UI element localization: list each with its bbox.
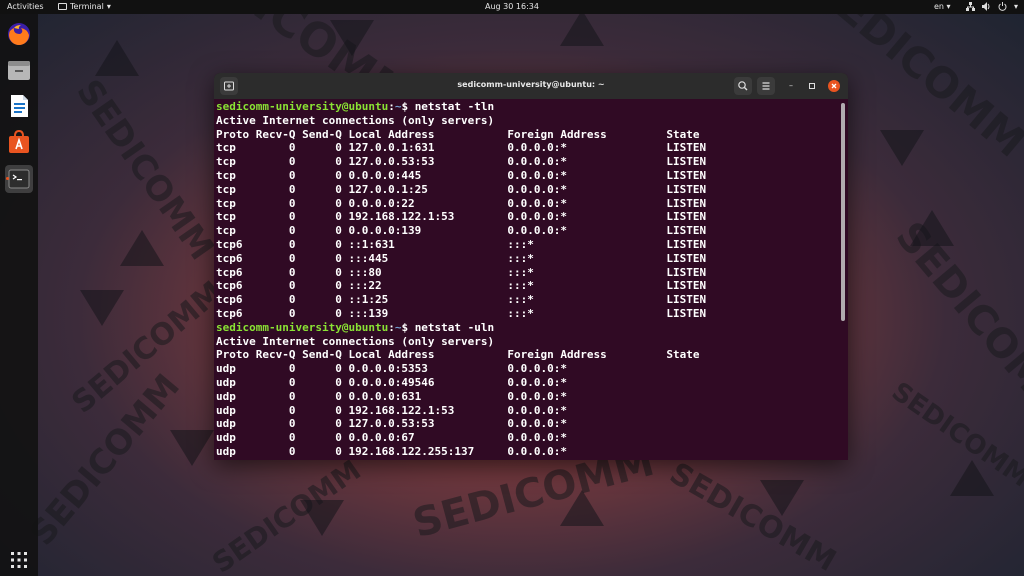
prompt-user: sedicomm-university@ubuntu	[216, 320, 389, 334]
table-row: tcp6 0 0 ::1:631 :::* LISTEN	[216, 237, 707, 251]
dock	[0, 14, 38, 576]
watermark-text: SEDICOMM	[65, 274, 230, 421]
writer-launcher[interactable]	[5, 92, 33, 120]
show-apps-icon	[11, 552, 27, 568]
watermark-text: SEDICOMM	[22, 366, 188, 554]
app-menu[interactable]: Terminal ▾	[58, 2, 111, 11]
hamburger-icon	[762, 82, 770, 90]
language-label: en	[934, 2, 944, 11]
column-header: Proto Recv-Q Send-Q Local Address Foreig…	[216, 127, 700, 141]
table-row: tcp6 0 0 ::1:25 :::* LISTEN	[216, 293, 707, 307]
language-indicator[interactable]: en ▾	[934, 2, 951, 11]
table-row: udp 0 0 0.0.0.0:631 0.0.0.0:*	[216, 389, 567, 403]
table-row: udp 0 0 192.168.122.1:53 0.0.0.0:*	[216, 403, 567, 417]
table-row: tcp 0 0 0.0.0.0:139 0.0.0.0:* LISTEN	[216, 224, 707, 238]
firefox-launcher[interactable]	[5, 20, 33, 48]
show-applications-button[interactable]	[5, 546, 33, 574]
minimize-icon: –	[789, 81, 793, 90]
writer-icon	[11, 95, 28, 117]
window-title: sedicomm-university@ubuntu: ~	[457, 80, 605, 89]
table-row: udp 0 0 127.0.0.53:53 0.0.0.0:*	[216, 417, 567, 431]
watermark-text: SEDICOMM	[886, 213, 1024, 433]
maximize-icon	[809, 83, 815, 89]
table-row: tcp 0 0 127.0.0.1:631 0.0.0.0:* LISTEN	[216, 141, 707, 155]
table-row: udp 0 0 0.0.0.0:49546 0.0.0.0:*	[216, 375, 567, 389]
table-row: tcp 0 0 127.0.0.1:25 0.0.0.0:* LISTEN	[216, 182, 707, 196]
chevron-down-icon: ▾	[1014, 2, 1019, 11]
output-line: Active Internet connections (only server…	[216, 334, 495, 348]
watermark-text: SEDICOMM	[663, 455, 842, 576]
chevron-down-icon: ▾	[106, 2, 111, 11]
firefox-icon	[8, 23, 30, 45]
table-row: tcp6 0 0 :::139 :::* LISTEN	[216, 306, 707, 320]
minimize-button[interactable]: –	[785, 80, 797, 92]
maximize-button[interactable]	[806, 80, 818, 92]
table-row: tcp6 0 0 :::22 :::* LISTEN	[216, 279, 707, 293]
activities-button[interactable]: Activities	[7, 2, 44, 11]
terminal-small-icon	[58, 3, 67, 10]
terminal-window: sedicomm-university@ubuntu: ~ – sedicomm…	[214, 73, 848, 460]
column-header: Proto Recv-Q Send-Q Local Address Foreig…	[216, 348, 700, 362]
terminal-icon	[8, 169, 30, 189]
search-button[interactable]	[734, 77, 752, 95]
prompt-user: sedicomm-university@ubuntu	[216, 100, 389, 113]
watermark-text: SEDICOMM	[68, 72, 222, 268]
clock[interactable]: Aug 30 16:34	[0, 2, 1024, 11]
table-row: tcp 0 0 0.0.0.0:22 0.0.0.0:* LISTEN	[216, 196, 707, 210]
table-row: tcp6 0 0 :::445 :::* LISTEN	[216, 251, 707, 265]
terminal-launcher[interactable]	[5, 165, 33, 193]
top-bar: Activities Terminal ▾ Aug 30 16:34 en ▾ …	[0, 0, 1024, 14]
watermark-text: SEDICOMM	[206, 453, 367, 576]
table-row: tcp6 0 0 :::80 :::* LISTEN	[216, 265, 707, 279]
system-menu[interactable]: ▾	[966, 2, 1018, 11]
output-line: Active Internet connections (only server…	[216, 113, 495, 127]
command-text: netstat -uln	[414, 320, 495, 334]
watermark-text: SEDICOMM	[885, 376, 1024, 494]
close-icon	[831, 83, 837, 89]
scrollbar[interactable]	[841, 103, 845, 321]
close-button[interactable]	[828, 80, 840, 92]
app-menu-label: Terminal	[70, 2, 104, 11]
hamburger-menu-button[interactable]	[757, 77, 775, 95]
prompt-line: sedicomm-university@ubuntu:~$ netstat -u…	[216, 320, 495, 334]
prompt-line: sedicomm-university@ubuntu:~$ netstat -t…	[216, 100, 495, 113]
command-text: netstat -tln	[414, 100, 495, 113]
network-icon	[966, 2, 975, 11]
terminal-output[interactable]: sedicomm-university@ubuntu:~$ netstat -t…	[216, 100, 840, 458]
search-icon	[738, 81, 748, 91]
table-row: tcp 0 0 127.0.0.53:53 0.0.0.0:* LISTEN	[216, 155, 707, 169]
volume-icon	[982, 2, 990, 11]
running-indicator	[6, 177, 9, 180]
power-icon	[998, 2, 1007, 11]
table-row: udp 0 0 192.168.122.255:137 0.0.0.0:*	[216, 444, 567, 458]
table-row: udp 0 0 0.0.0.0:67 0.0.0.0:*	[216, 431, 567, 445]
title-bar[interactable]: sedicomm-university@ubuntu: ~ –	[214, 73, 848, 99]
software-icon	[9, 129, 29, 153]
table-row: tcp 0 0 192.168.122.1:53 0.0.0.0:* LISTE…	[216, 210, 707, 224]
files-icon	[8, 61, 30, 80]
table-row: udp 0 0 0.0.0.0:5353 0.0.0.0:*	[216, 362, 567, 376]
table-row: tcp 0 0 0.0.0.0:445 0.0.0.0:* LISTEN	[216, 168, 707, 182]
files-launcher[interactable]	[5, 56, 33, 84]
software-launcher[interactable]	[5, 128, 33, 156]
